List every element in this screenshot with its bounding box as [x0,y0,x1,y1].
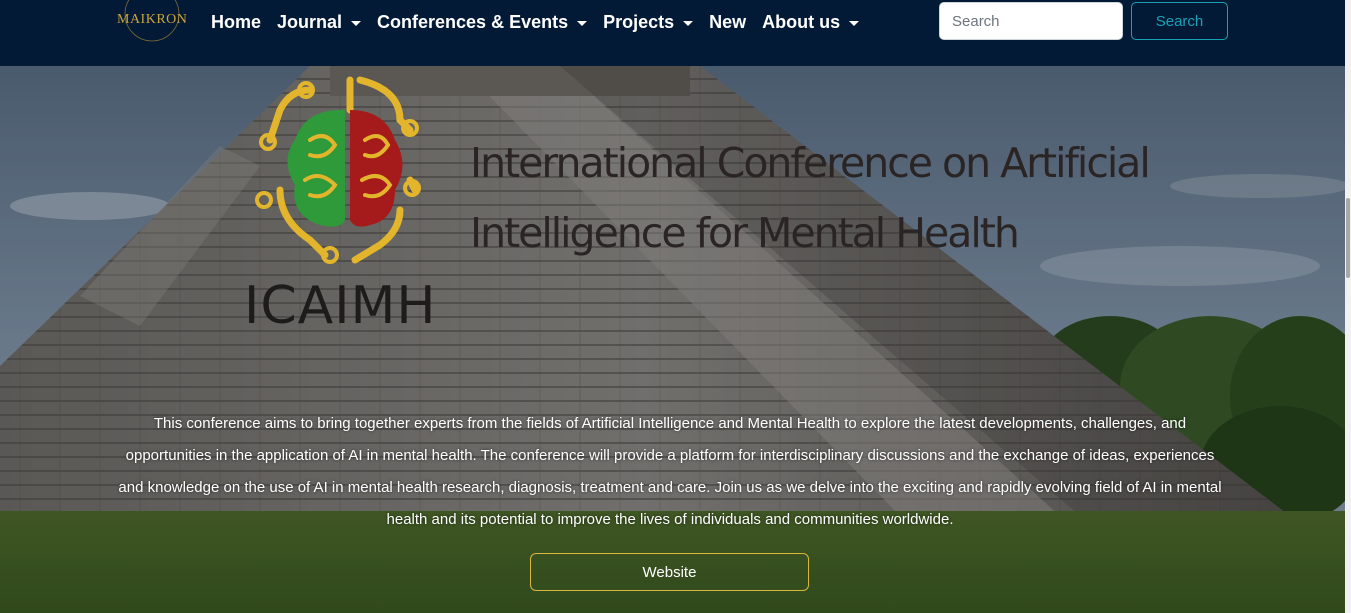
nav-new-label: New [709,11,747,32]
nav-journal-label: Journal [277,11,343,32]
nav-conferences-events[interactable]: Conferences & Events [377,10,588,34]
nav-projects-label: Projects [603,11,675,32]
caret-down-icon [849,20,860,26]
main-nav: Home Journal Conferences & Events Projec… [211,10,875,34]
caret-down-icon [351,20,362,26]
search-input[interactable] [939,2,1123,40]
caret-down-icon [577,20,588,26]
search-button[interactable]: Search [1131,2,1228,40]
nav-journal[interactable]: Journal [277,10,362,34]
conference-title: International Conference on Artificial I… [470,139,1151,257]
top-navbar: MAIKRON Home Journal Conferences & Event… [0,0,1345,66]
conference-brain-logo [255,76,421,264]
conference-acronym: ICAIMH [244,276,437,336]
nav-new[interactable]: New [709,10,746,34]
brand-logo[interactable]: MAIKRON [117,0,187,44]
conference-description: This conference aims to bring together e… [118,415,1222,528]
nav-projects[interactable]: Projects [603,10,694,34]
nav-home[interactable]: Home [211,10,261,34]
website-button[interactable]: Website [530,553,809,591]
caret-down-icon [683,20,694,26]
nav-about-us[interactable]: About us [762,10,860,34]
nav-about-label: About us [762,11,841,32]
hero-banner: International Conference on Artificial I… [0,66,1345,613]
nav-conferences-label: Conferences & Events [377,11,569,32]
nav-home-label: Home [211,11,262,32]
page-scrollbar[interactable] [1345,0,1351,613]
scrollbar-thumb[interactable] [1346,198,1350,278]
brand-logo-text: MAIKRON [117,12,188,27]
